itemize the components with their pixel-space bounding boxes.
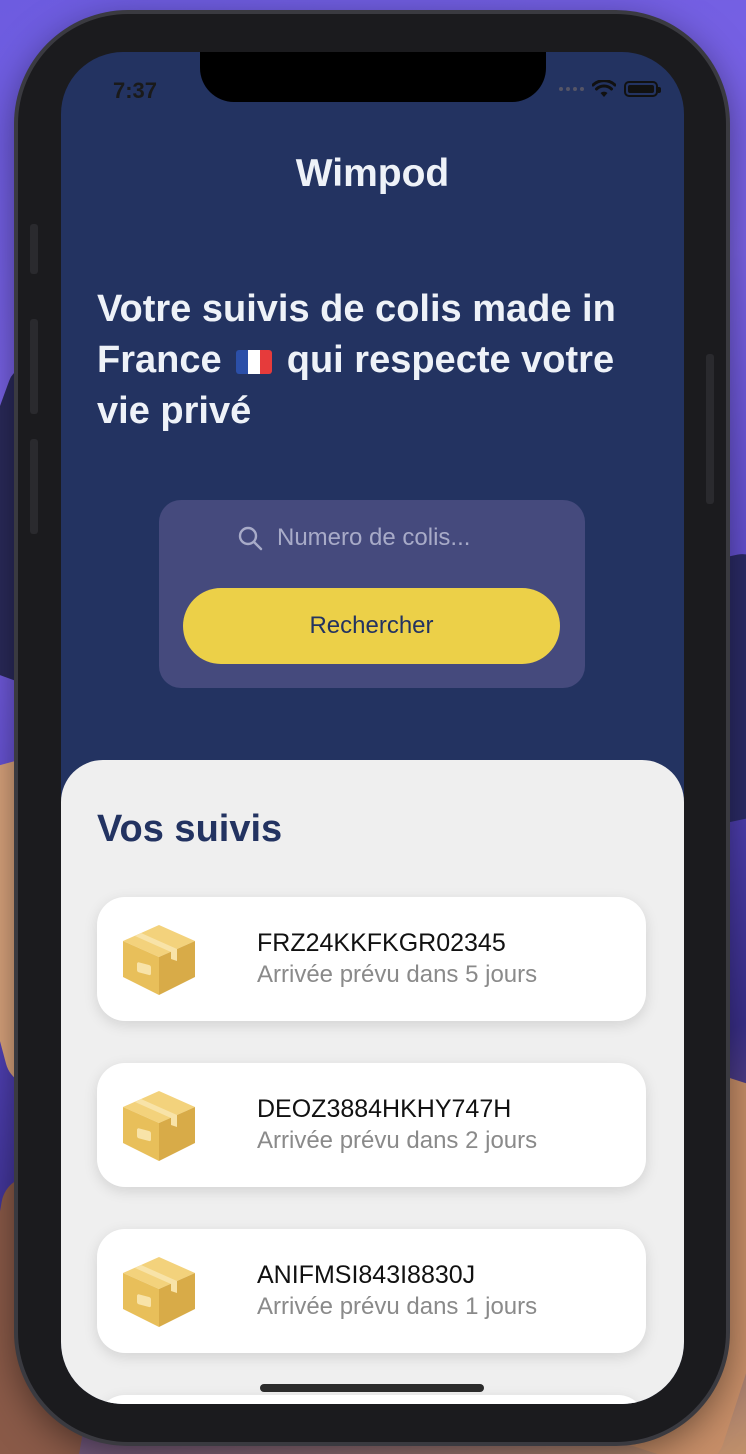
france-flag-icon (236, 350, 273, 374)
tracking-title: Vos suivis (97, 808, 283, 850)
home-indicator[interactable] (260, 1384, 484, 1392)
notch (200, 52, 546, 102)
search-button[interactable]: Rechercher (183, 588, 560, 664)
package-icon (123, 1257, 195, 1327)
tracking-eta: Arrivée prévu dans 5 jours (257, 961, 538, 988)
package-icon (123, 925, 195, 995)
wifi-icon (592, 80, 616, 97)
hero-text: Votre suivis de colis made in France qui… (97, 284, 657, 437)
search-icon (238, 526, 263, 551)
power-button (706, 354, 714, 504)
tracking-item[interactable]: DEOZ3884HKHY747H Arrivée prévu dans 2 jo… (97, 1063, 646, 1187)
tracking-item[interactable]: FRZ24KKFKGR02345 Arrivée prévu dans 5 jo… (97, 897, 646, 1021)
volume-up-button (30, 319, 38, 414)
battery-icon (624, 81, 661, 97)
search-card: Rechercher (159, 500, 585, 688)
tracking-code: FRZ24KKFKGR02345 (257, 929, 506, 957)
tracking-item[interactable]: ANIFMSI843I8830J Arrivée prévu dans 1 jo… (97, 1229, 646, 1353)
status-time: 7:37 (113, 78, 158, 103)
hero-line-2b: qui respecte votre (286, 339, 615, 381)
tracking-item[interactable] (97, 1395, 646, 1404)
app-screen: 7:37 Wimpod Votre suivis de colis made i… (61, 52, 684, 1404)
tracking-code: DEOZ3884HKHY747H (257, 1095, 512, 1123)
tracking-eta: Arrivée prévu dans 2 jours (257, 1127, 538, 1154)
hero-line-1: Votre suivis de colis made in (97, 288, 616, 330)
status-icons (559, 80, 661, 98)
app-title: Wimpod (295, 152, 450, 195)
hero-line-3: vie privé (97, 390, 252, 432)
hero-line-2a: France (97, 339, 222, 381)
volume-down-button (30, 439, 38, 534)
search-row (159, 518, 585, 558)
search-input[interactable] (277, 524, 507, 552)
tracking-panel: Vos suivis FRZ24KKFKGR02345 Arrivée prév… (61, 760, 684, 1404)
signal-icon (559, 87, 584, 91)
tracking-code: ANIFMSI843I8830J (257, 1261, 476, 1289)
tracking-eta: Arrivée prévu dans 1 jours (257, 1293, 538, 1320)
package-icon (123, 1091, 195, 1161)
mute-switch (30, 224, 38, 274)
